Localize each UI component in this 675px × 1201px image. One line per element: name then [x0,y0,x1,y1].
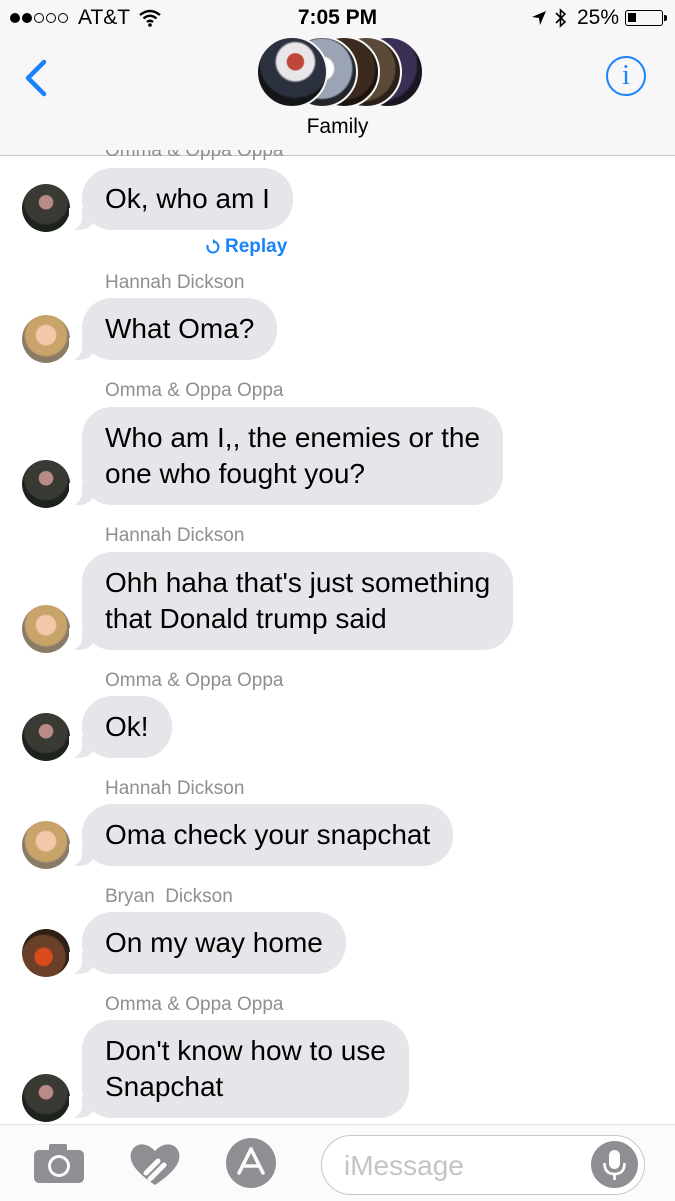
battery-icon [625,10,667,26]
info-button[interactable]: i [606,56,646,96]
message-text-line: Ohh haha that's just something [105,567,491,598]
message-bubble[interactable]: Ok! [69,696,172,758]
replay-icon [206,239,220,254]
camera-icon [34,1144,84,1183]
microphone-icon [603,1150,626,1180]
message-text-line: Snapchat [105,1071,224,1102]
message-bubble[interactable]: Don't know how to use Snapchat [69,1020,409,1118]
conversation-header: AT&T 7:05 PM 25% Family i [0,0,675,156]
camera-button[interactable] [32,1141,86,1185]
message-text: Ok, who am I [105,183,270,214]
sender-name: Hannah Dickson [105,272,245,293]
sender-avatar[interactable] [22,184,70,232]
group-title[interactable]: Family [0,115,675,139]
imessage-input[interactable] [342,1146,586,1186]
sender-name: Omma & Oppa Oppa [105,994,284,1015]
sender-avatar[interactable] [22,315,70,363]
sender-avatar[interactable] [22,821,70,869]
back-button[interactable] [18,58,58,98]
replay-label: Replay [225,236,288,257]
imessage-field[interactable] [321,1135,645,1195]
message-bubble[interactable]: Ohh haha that's just something that Dona… [68,552,514,650]
replay-button[interactable]: Replay [205,236,287,258]
group-avatar-stack[interactable] [256,36,426,110]
message-text-line: that Donald trump said [105,603,387,634]
app-store-icon [226,1138,276,1188]
sender-avatar[interactable] [22,713,70,761]
message-text: Ok! [105,711,149,742]
bluetooth-icon [555,8,567,28]
microphone-button[interactable] [591,1141,638,1188]
message-bubble[interactable]: On my way home [69,912,346,974]
message-bubble[interactable]: Who am I,, the enemies or the one who fo… [68,407,504,505]
sender-avatar[interactable] [22,929,70,977]
message-bubble[interactable]: What Oma? [68,298,278,360]
sender-name: Hannah Dickson [105,525,245,546]
status-bar: AT&T 7:05 PM 25% [0,0,675,36]
info-icon: i [622,60,630,91]
message-bubble[interactable]: Oma check your snapchat [68,804,454,866]
message-text-line: Don't know how to use [105,1035,386,1066]
message-text-line: one who fought you? [105,458,365,489]
location-arrow-icon [531,11,546,25]
sender-name: Bryan Dickson [105,886,233,907]
group-member-avatar [256,36,328,108]
message-text-line: Who am I,, the enemies or the [105,422,481,453]
digital-touch-heart-icon [130,1144,180,1185]
message-text: Oma check your snapchat [105,819,431,850]
sender-avatar[interactable] [22,605,70,653]
chevron-left-icon [25,59,47,97]
digital-touch-button[interactable] [128,1139,182,1189]
battery-percent: 25% [576,6,619,29]
sender-avatar[interactable] [22,460,70,508]
message-bubble[interactable]: Ok, who am I [69,168,293,230]
sender-name: Omma & Oppa Oppa [105,380,284,401]
status-right: 25% [531,6,667,30]
sender-name: Hannah Dickson [105,778,245,799]
message-text: On my way home [105,927,323,958]
sender-avatar[interactable] [22,1074,70,1122]
sender-name: Omma & Oppa Oppa [105,670,284,691]
message-text: What Oma? [105,313,255,344]
app-store-button[interactable] [225,1137,277,1189]
message-input-bar [0,1124,675,1201]
